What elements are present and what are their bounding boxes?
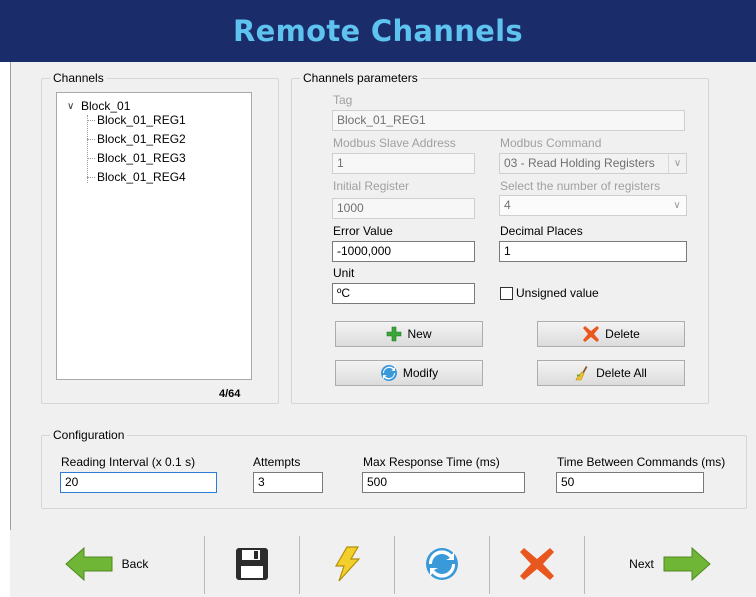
next-button-label: Next	[629, 556, 654, 571]
max-response-label: Max Response Time (ms)	[363, 455, 500, 469]
error-value-label: Error Value	[333, 224, 393, 238]
tree-item-reg3[interactable]: Block_01_REG3	[97, 151, 186, 165]
modify-button-label: Modify	[402, 366, 439, 380]
lightning-icon	[334, 545, 360, 581]
tree-item-reg2[interactable]: Block_01_REG2	[97, 132, 186, 146]
unit-field[interactable]: ºC	[332, 283, 475, 304]
slave-address-field[interactable]: 1	[332, 153, 475, 174]
broom-icon	[575, 366, 588, 381]
initial-register-label: Initial Register	[333, 179, 410, 193]
back-arrow-icon	[64, 546, 113, 581]
reading-interval-label: Reading Interval (x 0.1 s)	[61, 455, 196, 469]
num-registers-label: Select the number of registers	[500, 179, 661, 193]
tree-root-label: Block_01	[81, 99, 131, 113]
refresh-icon	[380, 365, 397, 381]
tag-field[interactable]: Block_01_REG1	[332, 110, 685, 131]
page-title: Remote Channels	[233, 14, 523, 48]
unsigned-label: Unsigned value	[516, 286, 599, 300]
channels-tree[interactable]: ∨ Block_01 Block_01_REG1 Block_01_REG2 B…	[56, 92, 252, 380]
cancel-icon	[519, 547, 554, 580]
new-button[interactable]: New	[335, 321, 483, 347]
back-button-label: Back	[121, 556, 149, 571]
back-button[interactable]: Back	[10, 530, 202, 597]
decimal-places-label: Decimal Places	[500, 224, 583, 238]
reading-interval-field[interactable]: 20	[60, 472, 217, 493]
tag-label: Tag	[333, 93, 353, 107]
save-button[interactable]	[205, 530, 298, 597]
unsigned-checkbox[interactable]: Unsigned value	[500, 286, 599, 300]
params-legend: Channels parameters	[300, 71, 421, 85]
decimal-places-field[interactable]: 1	[499, 241, 687, 262]
modbus-command-select[interactable]: 03 - Read Holding Registers ∨	[499, 153, 687, 174]
plus-icon	[387, 326, 402, 342]
chevron-down-icon[interactable]: ∨	[668, 196, 686, 215]
save-icon	[235, 547, 268, 580]
max-response-field[interactable]: 500	[362, 472, 525, 493]
tree-connector	[87, 177, 95, 178]
error-value-field[interactable]: -1000,000	[332, 241, 475, 262]
refresh-button[interactable]	[395, 530, 488, 597]
channels-legend: Channels	[50, 71, 107, 85]
cancel-button[interactable]	[490, 530, 583, 597]
time-between-field[interactable]: 50	[556, 472, 704, 493]
num-registers-select[interactable]: 4 ∨	[499, 195, 687, 216]
unit-label: Unit	[333, 266, 355, 280]
next-arrow-icon	[663, 546, 711, 581]
attempts-label: Attempts	[253, 455, 301, 469]
num-registers-value: 4	[504, 198, 511, 212]
channel-counter: 4/64	[219, 388, 241, 400]
chevron-down-icon[interactable]: ∨	[668, 154, 686, 173]
refresh-icon	[425, 547, 458, 580]
delete-all-button[interactable]: Delete All	[537, 360, 685, 386]
chevron-down-icon[interactable]: ∨	[67, 101, 81, 112]
delete-button-label: Delete	[605, 327, 640, 341]
modbus-command-label: Modbus Command	[500, 136, 602, 150]
main-panel: Channels ∨ Block_01 Block_01_REG1 Block_…	[10, 62, 756, 597]
tree-connector	[87, 115, 88, 183]
checkbox-box[interactable]	[500, 286, 513, 300]
title-bar: Remote Channels	[0, 0, 756, 62]
bottom-toolbar: Back Next	[10, 530, 756, 597]
tree-item-reg1[interactable]: Block_01_REG1	[97, 113, 186, 127]
tree-connector	[87, 120, 95, 121]
new-button-label: New	[407, 327, 432, 341]
slave-address-label: Modbus Slave Address	[333, 136, 456, 150]
delete-x-icon	[583, 326, 600, 342]
tree-node-root[interactable]: ∨ Block_01	[67, 99, 130, 113]
next-button[interactable]: Next	[585, 530, 756, 597]
configuration-legend: Configuration	[50, 428, 128, 442]
modbus-command-value: 03 - Read Holding Registers	[504, 156, 655, 170]
tree-item-reg4[interactable]: Block_01_REG4	[97, 170, 186, 184]
modify-button[interactable]: Modify	[335, 360, 483, 386]
attempts-field[interactable]: 3	[253, 472, 323, 493]
delete-all-button-label: Delete All	[596, 366, 647, 380]
time-between-label: Time Between Commands (ms)	[557, 455, 726, 469]
connect-button[interactable]	[300, 530, 393, 597]
initial-register-field[interactable]: 1000	[332, 198, 475, 219]
tree-connector	[87, 139, 95, 140]
delete-button[interactable]: Delete	[537, 321, 685, 347]
tree-connector	[87, 158, 95, 159]
